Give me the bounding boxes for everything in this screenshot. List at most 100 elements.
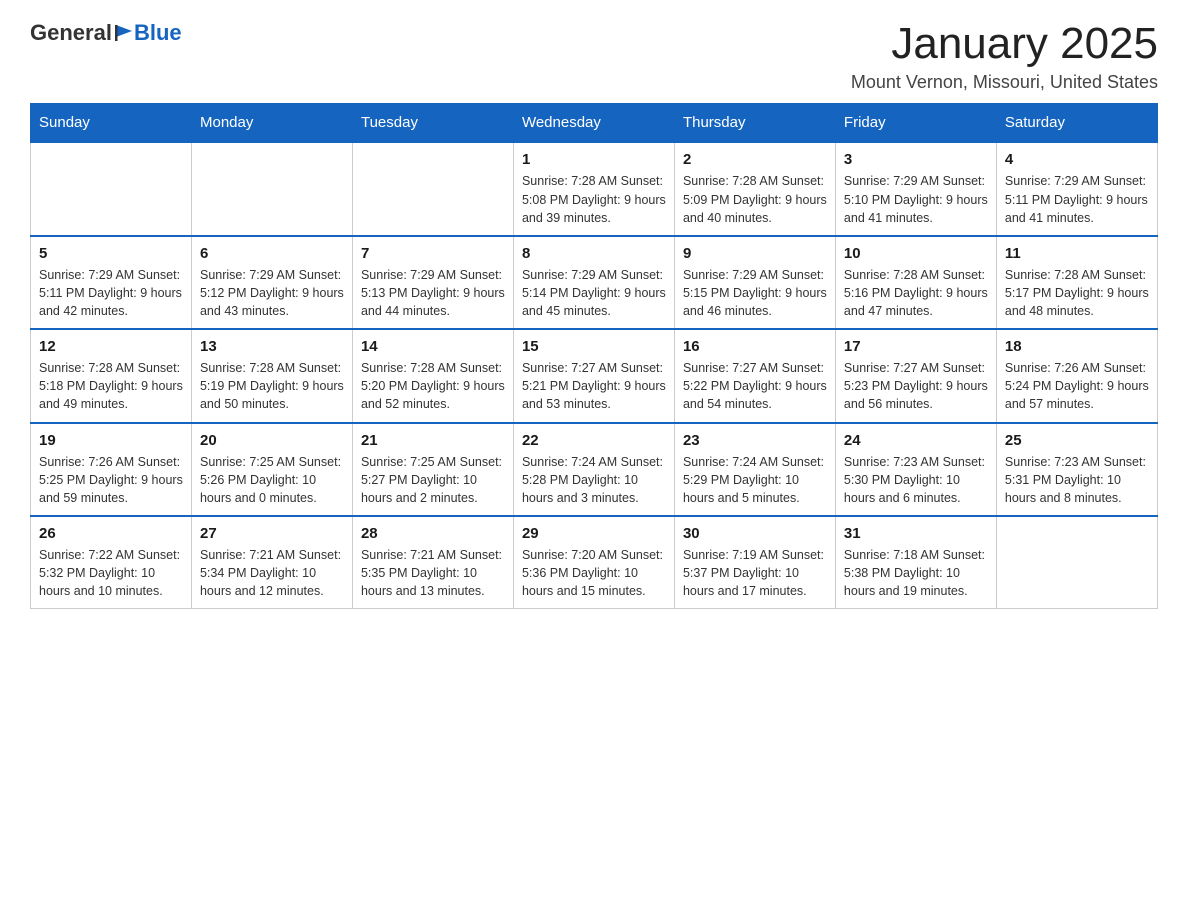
page-header: General Blue January 2025 Mount Vernon, …: [30, 20, 1158, 93]
day-info: Sunrise: 7:18 AM Sunset: 5:38 PM Dayligh…: [844, 546, 988, 600]
day-info: Sunrise: 7:29 AM Sunset: 5:12 PM Dayligh…: [200, 266, 344, 320]
day-number: 24: [844, 432, 988, 449]
calendar-header-tuesday: Tuesday: [352, 104, 513, 143]
calendar-header-friday: Friday: [835, 104, 996, 143]
day-info: Sunrise: 7:29 AM Sunset: 5:15 PM Dayligh…: [683, 266, 827, 320]
logo-general: General: [30, 20, 112, 46]
day-info: Sunrise: 7:28 AM Sunset: 5:19 PM Dayligh…: [200, 359, 344, 413]
day-number: 2: [683, 151, 827, 168]
calendar-cell: [191, 142, 352, 235]
logo-blue: Blue: [134, 20, 182, 46]
day-info: Sunrise: 7:22 AM Sunset: 5:32 PM Dayligh…: [39, 546, 183, 600]
day-info: Sunrise: 7:27 AM Sunset: 5:22 PM Dayligh…: [683, 359, 827, 413]
day-number: 30: [683, 525, 827, 542]
day-info: Sunrise: 7:29 AM Sunset: 5:13 PM Dayligh…: [361, 266, 505, 320]
title-section: January 2025 Mount Vernon, Missouri, Uni…: [851, 20, 1158, 93]
calendar-cell: 19 Sunrise: 7:26 AM Sunset: 5:25 PM Dayli…: [31, 423, 192, 516]
calendar-cell: 27 Sunrise: 7:21 AM Sunset: 5:34 PM Dayli…: [191, 516, 352, 609]
day-number: 31: [844, 525, 988, 542]
calendar-cell: 6 Sunrise: 7:29 AM Sunset: 5:12 PM Daylig…: [191, 236, 352, 329]
day-number: 19: [39, 432, 183, 449]
calendar-cell: 17Sunrise: 7:27 AM Sunset: 5:23 PM Dayli…: [835, 329, 996, 422]
calendar-table: SundayMondayTuesdayWednesdayThursdayFrid…: [30, 103, 1158, 609]
day-number: 15: [522, 338, 666, 355]
calendar-cell: 31 Sunrise: 7:18 AM Sunset: 5:38 PM Dayli…: [835, 516, 996, 609]
day-number: 10: [844, 245, 988, 262]
calendar-cell: 28Sunrise: 7:21 AM Sunset: 5:35 PM Dayli…: [352, 516, 513, 609]
day-info: Sunrise: 7:26 AM Sunset: 5:25 PM Dayligh…: [39, 453, 183, 507]
calendar-cell: 13 Sunrise: 7:28 AM Sunset: 5:19 PM Dayli…: [191, 329, 352, 422]
day-number: 28: [361, 525, 505, 542]
day-number: 22: [522, 432, 666, 449]
logo: General Blue: [30, 20, 182, 46]
day-number: 27: [200, 525, 344, 542]
calendar-cell: [31, 142, 192, 235]
calendar-cell: 1 Sunrise: 7:28 AM Sunset: 5:08 PM Daylig…: [513, 142, 674, 235]
day-number: 3: [844, 151, 988, 168]
day-number: 29: [522, 525, 666, 542]
day-number: 12: [39, 338, 183, 355]
calendar-cell: 22 Sunrise: 7:24 AM Sunset: 5:28 PM Dayli…: [513, 423, 674, 516]
calendar-cell: 12 Sunrise: 7:28 AM Sunset: 5:18 PM Dayli…: [31, 329, 192, 422]
day-info: Sunrise: 7:28 AM Sunset: 5:08 PM Dayligh…: [522, 172, 666, 226]
day-info: Sunrise: 7:23 AM Sunset: 5:30 PM Dayligh…: [844, 453, 988, 507]
day-info: Sunrise: 7:24 AM Sunset: 5:28 PM Dayligh…: [522, 453, 666, 507]
calendar-cell: [996, 516, 1157, 609]
day-info: Sunrise: 7:24 AM Sunset: 5:29 PM Dayligh…: [683, 453, 827, 507]
calendar-cell: 24 Sunrise: 7:23 AM Sunset: 5:30 PM Dayli…: [835, 423, 996, 516]
day-info: Sunrise: 7:28 AM Sunset: 5:20 PM Dayligh…: [361, 359, 505, 413]
calendar-cell: 18Sunrise: 7:26 AM Sunset: 5:24 PM Dayli…: [996, 329, 1157, 422]
day-info: Sunrise: 7:29 AM Sunset: 5:14 PM Dayligh…: [522, 266, 666, 320]
calendar-header-row: SundayMondayTuesdayWednesdayThursdayFrid…: [31, 104, 1158, 143]
calendar-header-sunday: Sunday: [31, 104, 192, 143]
calendar-header-saturday: Saturday: [996, 104, 1157, 143]
day-number: 23: [683, 432, 827, 449]
day-number: 8: [522, 245, 666, 262]
day-info: Sunrise: 7:29 AM Sunset: 5:11 PM Dayligh…: [1005, 172, 1149, 226]
calendar-cell: 21 Sunrise: 7:25 AM Sunset: 5:27 PM Dayli…: [352, 423, 513, 516]
location-text: Mount Vernon, Missouri, United States: [851, 72, 1158, 93]
day-number: 1: [522, 151, 666, 168]
calendar-cell: 9 Sunrise: 7:29 AM Sunset: 5:15 PM Daylig…: [674, 236, 835, 329]
calendar-cell: 8 Sunrise: 7:29 AM Sunset: 5:14 PM Daylig…: [513, 236, 674, 329]
day-number: 11: [1005, 245, 1149, 262]
calendar-cell: 23 Sunrise: 7:24 AM Sunset: 5:29 PM Dayli…: [674, 423, 835, 516]
calendar-cell: 7 Sunrise: 7:29 AM Sunset: 5:13 PM Daylig…: [352, 236, 513, 329]
day-number: 6: [200, 245, 344, 262]
day-number: 26: [39, 525, 183, 542]
day-info: Sunrise: 7:25 AM Sunset: 5:26 PM Dayligh…: [200, 453, 344, 507]
day-number: 20: [200, 432, 344, 449]
day-info: Sunrise: 7:25 AM Sunset: 5:27 PM Dayligh…: [361, 453, 505, 507]
day-number: 21: [361, 432, 505, 449]
calendar-cell: 16 Sunrise: 7:27 AM Sunset: 5:22 PM Dayli…: [674, 329, 835, 422]
calendar-cell: [352, 142, 513, 235]
day-info: Sunrise: 7:28 AM Sunset: 5:17 PM Dayligh…: [1005, 266, 1149, 320]
day-number: 16: [683, 338, 827, 355]
day-number: 5: [39, 245, 183, 262]
calendar-cell: 5 Sunrise: 7:29 AM Sunset: 5:11 PM Daylig…: [31, 236, 192, 329]
day-info: Sunrise: 7:29 AM Sunset: 5:10 PM Dayligh…: [844, 172, 988, 226]
logo-flag-icon: [114, 23, 134, 43]
calendar-cell: 26 Sunrise: 7:22 AM Sunset: 5:32 PM Dayli…: [31, 516, 192, 609]
day-number: 14: [361, 338, 505, 355]
day-number: 7: [361, 245, 505, 262]
day-number: 18: [1005, 338, 1149, 355]
calendar-cell: 4Sunrise: 7:29 AM Sunset: 5:11 PM Daylig…: [996, 142, 1157, 235]
calendar-cell: 29Sunrise: 7:20 AM Sunset: 5:36 PM Dayli…: [513, 516, 674, 609]
calendar-cell: 3 Sunrise: 7:29 AM Sunset: 5:10 PM Daylig…: [835, 142, 996, 235]
calendar-cell: 30 Sunrise: 7:19 AM Sunset: 5:37 PM Dayli…: [674, 516, 835, 609]
calendar-week-row: 26 Sunrise: 7:22 AM Sunset: 5:32 PM Dayli…: [31, 516, 1158, 609]
day-info: Sunrise: 7:28 AM Sunset: 5:16 PM Dayligh…: [844, 266, 988, 320]
day-number: 25: [1005, 432, 1149, 449]
day-info: Sunrise: 7:21 AM Sunset: 5:34 PM Dayligh…: [200, 546, 344, 600]
day-number: 9: [683, 245, 827, 262]
calendar-cell: 14 Sunrise: 7:28 AM Sunset: 5:20 PM Dayli…: [352, 329, 513, 422]
day-info: Sunrise: 7:23 AM Sunset: 5:31 PM Dayligh…: [1005, 453, 1149, 507]
calendar-header-monday: Monday: [191, 104, 352, 143]
day-number: 13: [200, 338, 344, 355]
day-info: Sunrise: 7:28 AM Sunset: 5:18 PM Dayligh…: [39, 359, 183, 413]
calendar-week-row: 12 Sunrise: 7:28 AM Sunset: 5:18 PM Dayli…: [31, 329, 1158, 422]
day-info: Sunrise: 7:29 AM Sunset: 5:11 PM Dayligh…: [39, 266, 183, 320]
day-info: Sunrise: 7:19 AM Sunset: 5:37 PM Dayligh…: [683, 546, 827, 600]
calendar-week-row: 1 Sunrise: 7:28 AM Sunset: 5:08 PM Daylig…: [31, 142, 1158, 235]
